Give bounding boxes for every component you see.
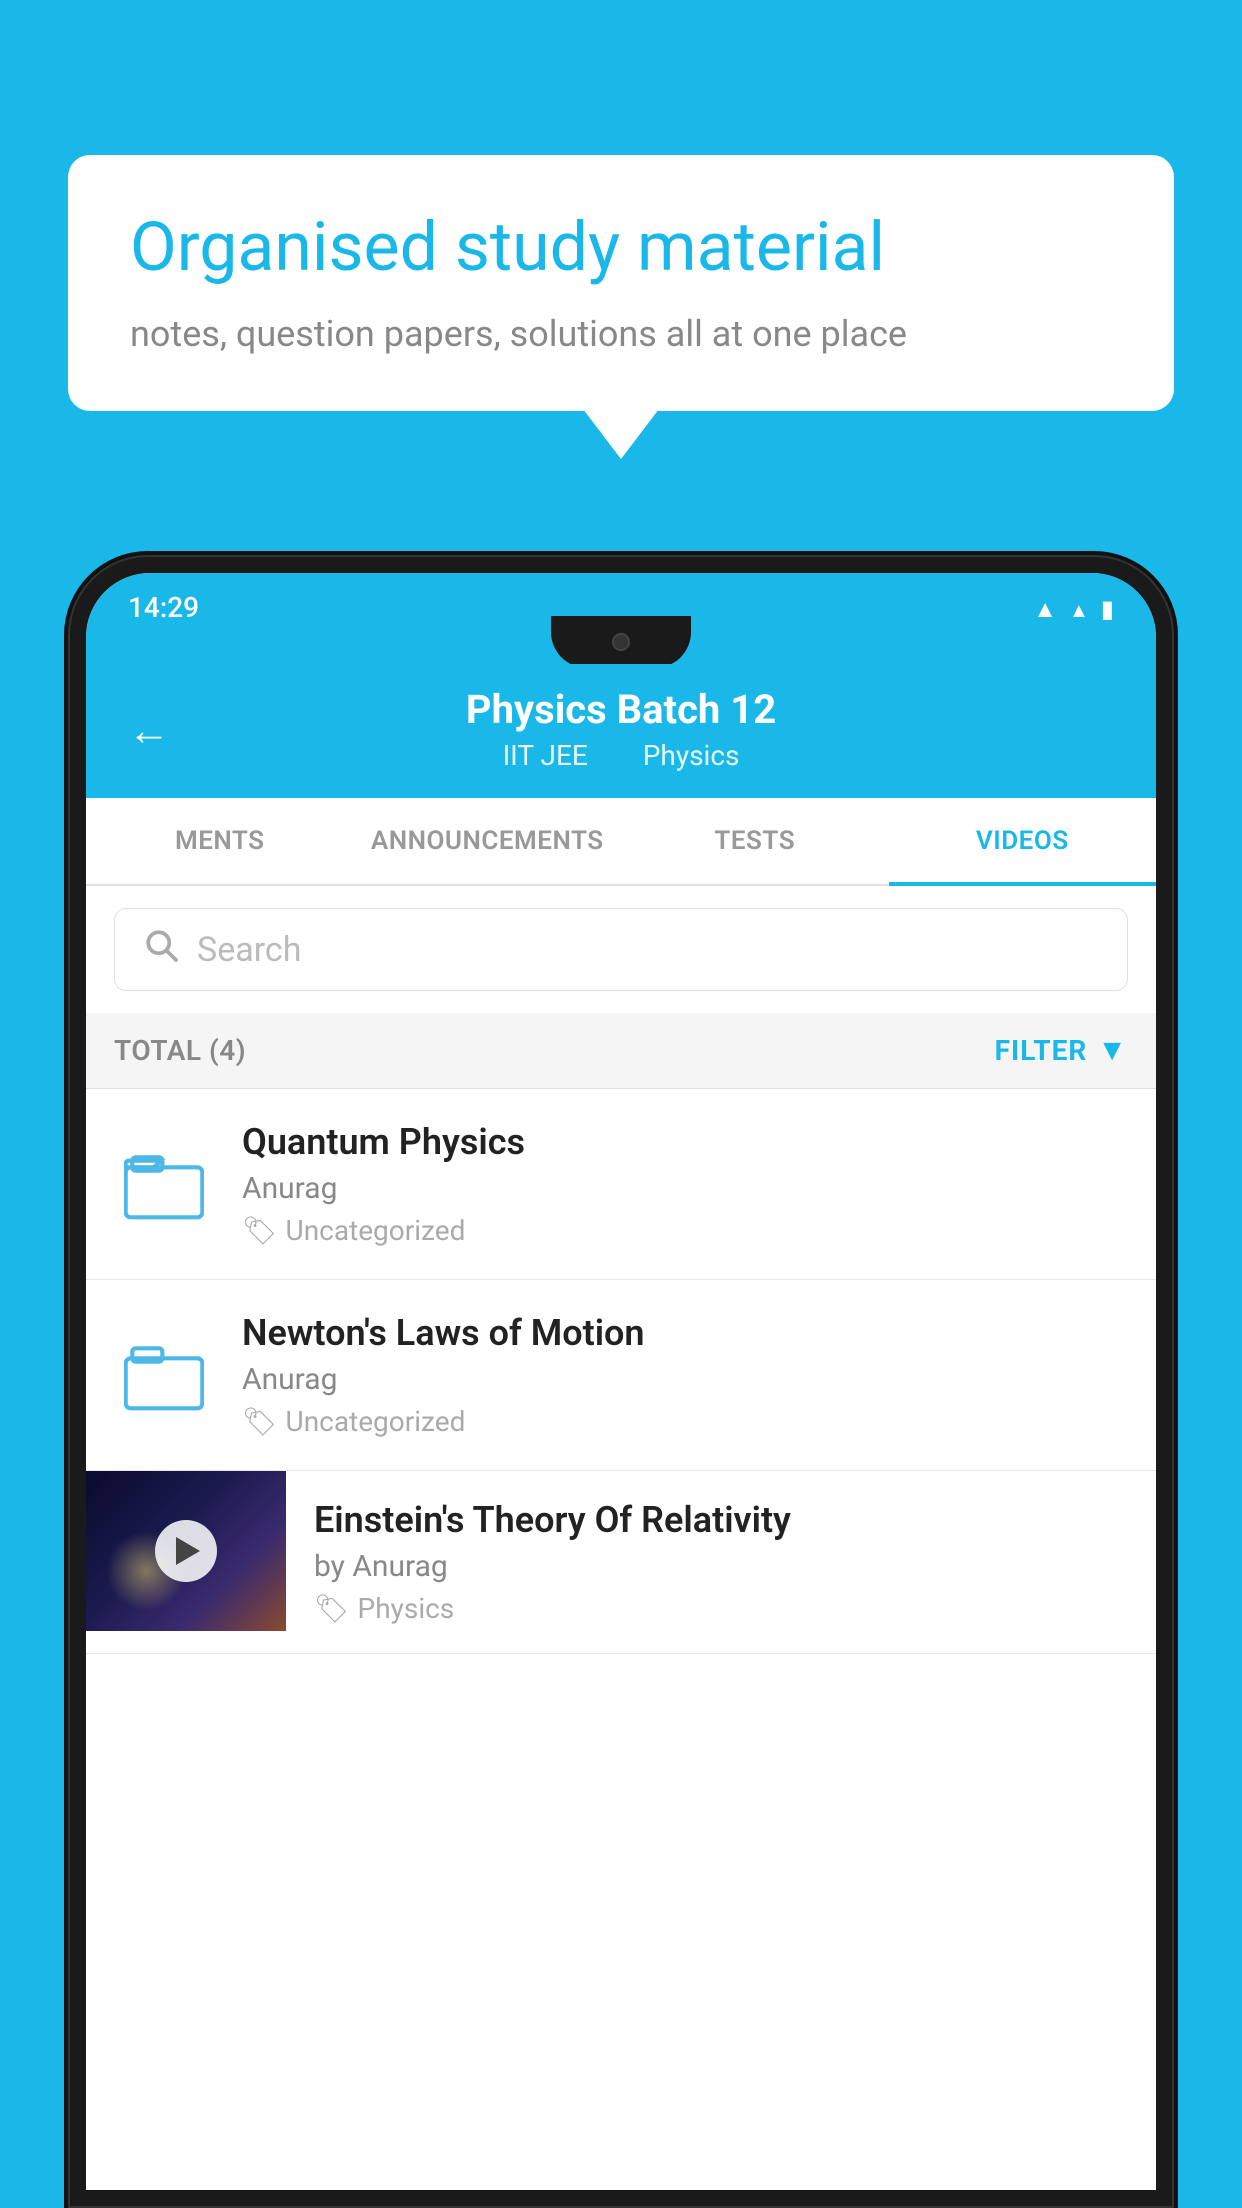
tabs-bar: MENTS ANNOUNCEMENTS TESTS VIDEOS	[86, 798, 1156, 886]
header-subtitle-left: IIT JEE	[503, 739, 588, 772]
speech-bubble: Organised study material notes, question…	[68, 155, 1174, 411]
video-author: Anurag	[242, 1171, 1128, 1206]
video-tag: 🏷 Physics	[314, 1592, 1128, 1625]
search-placeholder: Search	[197, 930, 301, 970]
camera-dot	[612, 633, 630, 651]
tab-ments[interactable]: MENTS	[86, 798, 354, 884]
tag-label: Uncategorized	[286, 1214, 466, 1247]
folder-icon	[124, 1144, 204, 1224]
status-icons	[1033, 591, 1114, 624]
notch-area	[86, 634, 1156, 664]
video-title: Quantum Physics	[242, 1121, 1128, 1163]
filter-label: FILTER	[995, 1034, 1088, 1067]
filter-row: TOTAL (4) FILTER ▼	[86, 1013, 1156, 1089]
header-title: Physics Batch 12	[128, 686, 1114, 733]
signal-icon	[1069, 591, 1089, 624]
video-author: by Anurag	[314, 1549, 1128, 1584]
video-info: Newton's Laws of Motion Anurag 🏷 Uncateg…	[242, 1312, 1128, 1438]
search-bar: Search	[86, 886, 1156, 1013]
search-input-wrapper[interactable]: Search	[114, 908, 1128, 991]
app-header: ← Physics Batch 12 IIT JEE Physics	[86, 664, 1156, 798]
video-list: Quantum Physics Anurag 🏷 Uncategorized	[86, 1089, 1156, 2190]
video-info: Quantum Physics Anurag 🏷 Uncategorized	[242, 1121, 1128, 1247]
tag-icon: 🏷	[242, 1214, 278, 1247]
speech-bubble-wrapper: Organised study material notes, question…	[68, 155, 1174, 411]
play-button[interactable]	[155, 1520, 217, 1582]
folder-icon-wrapper	[114, 1325, 214, 1425]
list-item[interactable]: Einstein's Theory Of Relativity by Anura…	[86, 1471, 1156, 1654]
status-time: 14:29	[128, 591, 199, 624]
bubble-subtitle: notes, question papers, solutions all at…	[130, 309, 1112, 359]
phone-frame: 14:29 ← Physics Batch 12 IIT JEE Physics	[68, 555, 1174, 2208]
notch	[551, 616, 691, 668]
total-label: TOTAL (4)	[114, 1034, 246, 1067]
tag-label: Uncategorized	[286, 1405, 466, 1438]
video-tag: 🏷 Uncategorized	[242, 1214, 1128, 1247]
tab-tests[interactable]: TESTS	[621, 798, 889, 884]
folder-icon-wrapper	[114, 1134, 214, 1234]
filter-funnel-icon: ▼	[1097, 1033, 1128, 1068]
folder-icon	[124, 1335, 204, 1415]
video-info: Einstein's Theory Of Relativity by Anura…	[286, 1471, 1156, 1653]
tag-icon: 🏷	[314, 1592, 350, 1625]
tag-label: Physics	[358, 1592, 455, 1625]
video-thumbnail	[86, 1471, 286, 1631]
video-title: Newton's Laws of Motion	[242, 1312, 1128, 1354]
video-tag: 🏷 Uncategorized	[242, 1405, 1128, 1438]
header-subtitle-right: Physics	[643, 739, 740, 772]
header-subtitle: IIT JEE Physics	[128, 739, 1114, 772]
video-title: Einstein's Theory Of Relativity	[314, 1499, 1128, 1541]
battery-icon	[1101, 591, 1114, 624]
list-item[interactable]: Quantum Physics Anurag 🏷 Uncategorized	[86, 1089, 1156, 1280]
wifi-icon	[1033, 591, 1057, 624]
filter-button[interactable]: FILTER ▼	[995, 1033, 1128, 1068]
search-icon	[143, 927, 179, 972]
tab-announcements[interactable]: ANNOUNCEMENTS	[354, 798, 622, 884]
bubble-title: Organised study material	[130, 207, 1112, 289]
list-item[interactable]: Newton's Laws of Motion Anurag 🏷 Uncateg…	[86, 1280, 1156, 1471]
play-triangle-icon	[176, 1537, 200, 1565]
tag-icon: 🏷	[242, 1405, 278, 1438]
video-author: Anurag	[242, 1362, 1128, 1397]
tab-videos[interactable]: VIDEOS	[889, 798, 1157, 884]
phone-screen: 14:29 ← Physics Batch 12 IIT JEE Physics	[86, 573, 1156, 2190]
